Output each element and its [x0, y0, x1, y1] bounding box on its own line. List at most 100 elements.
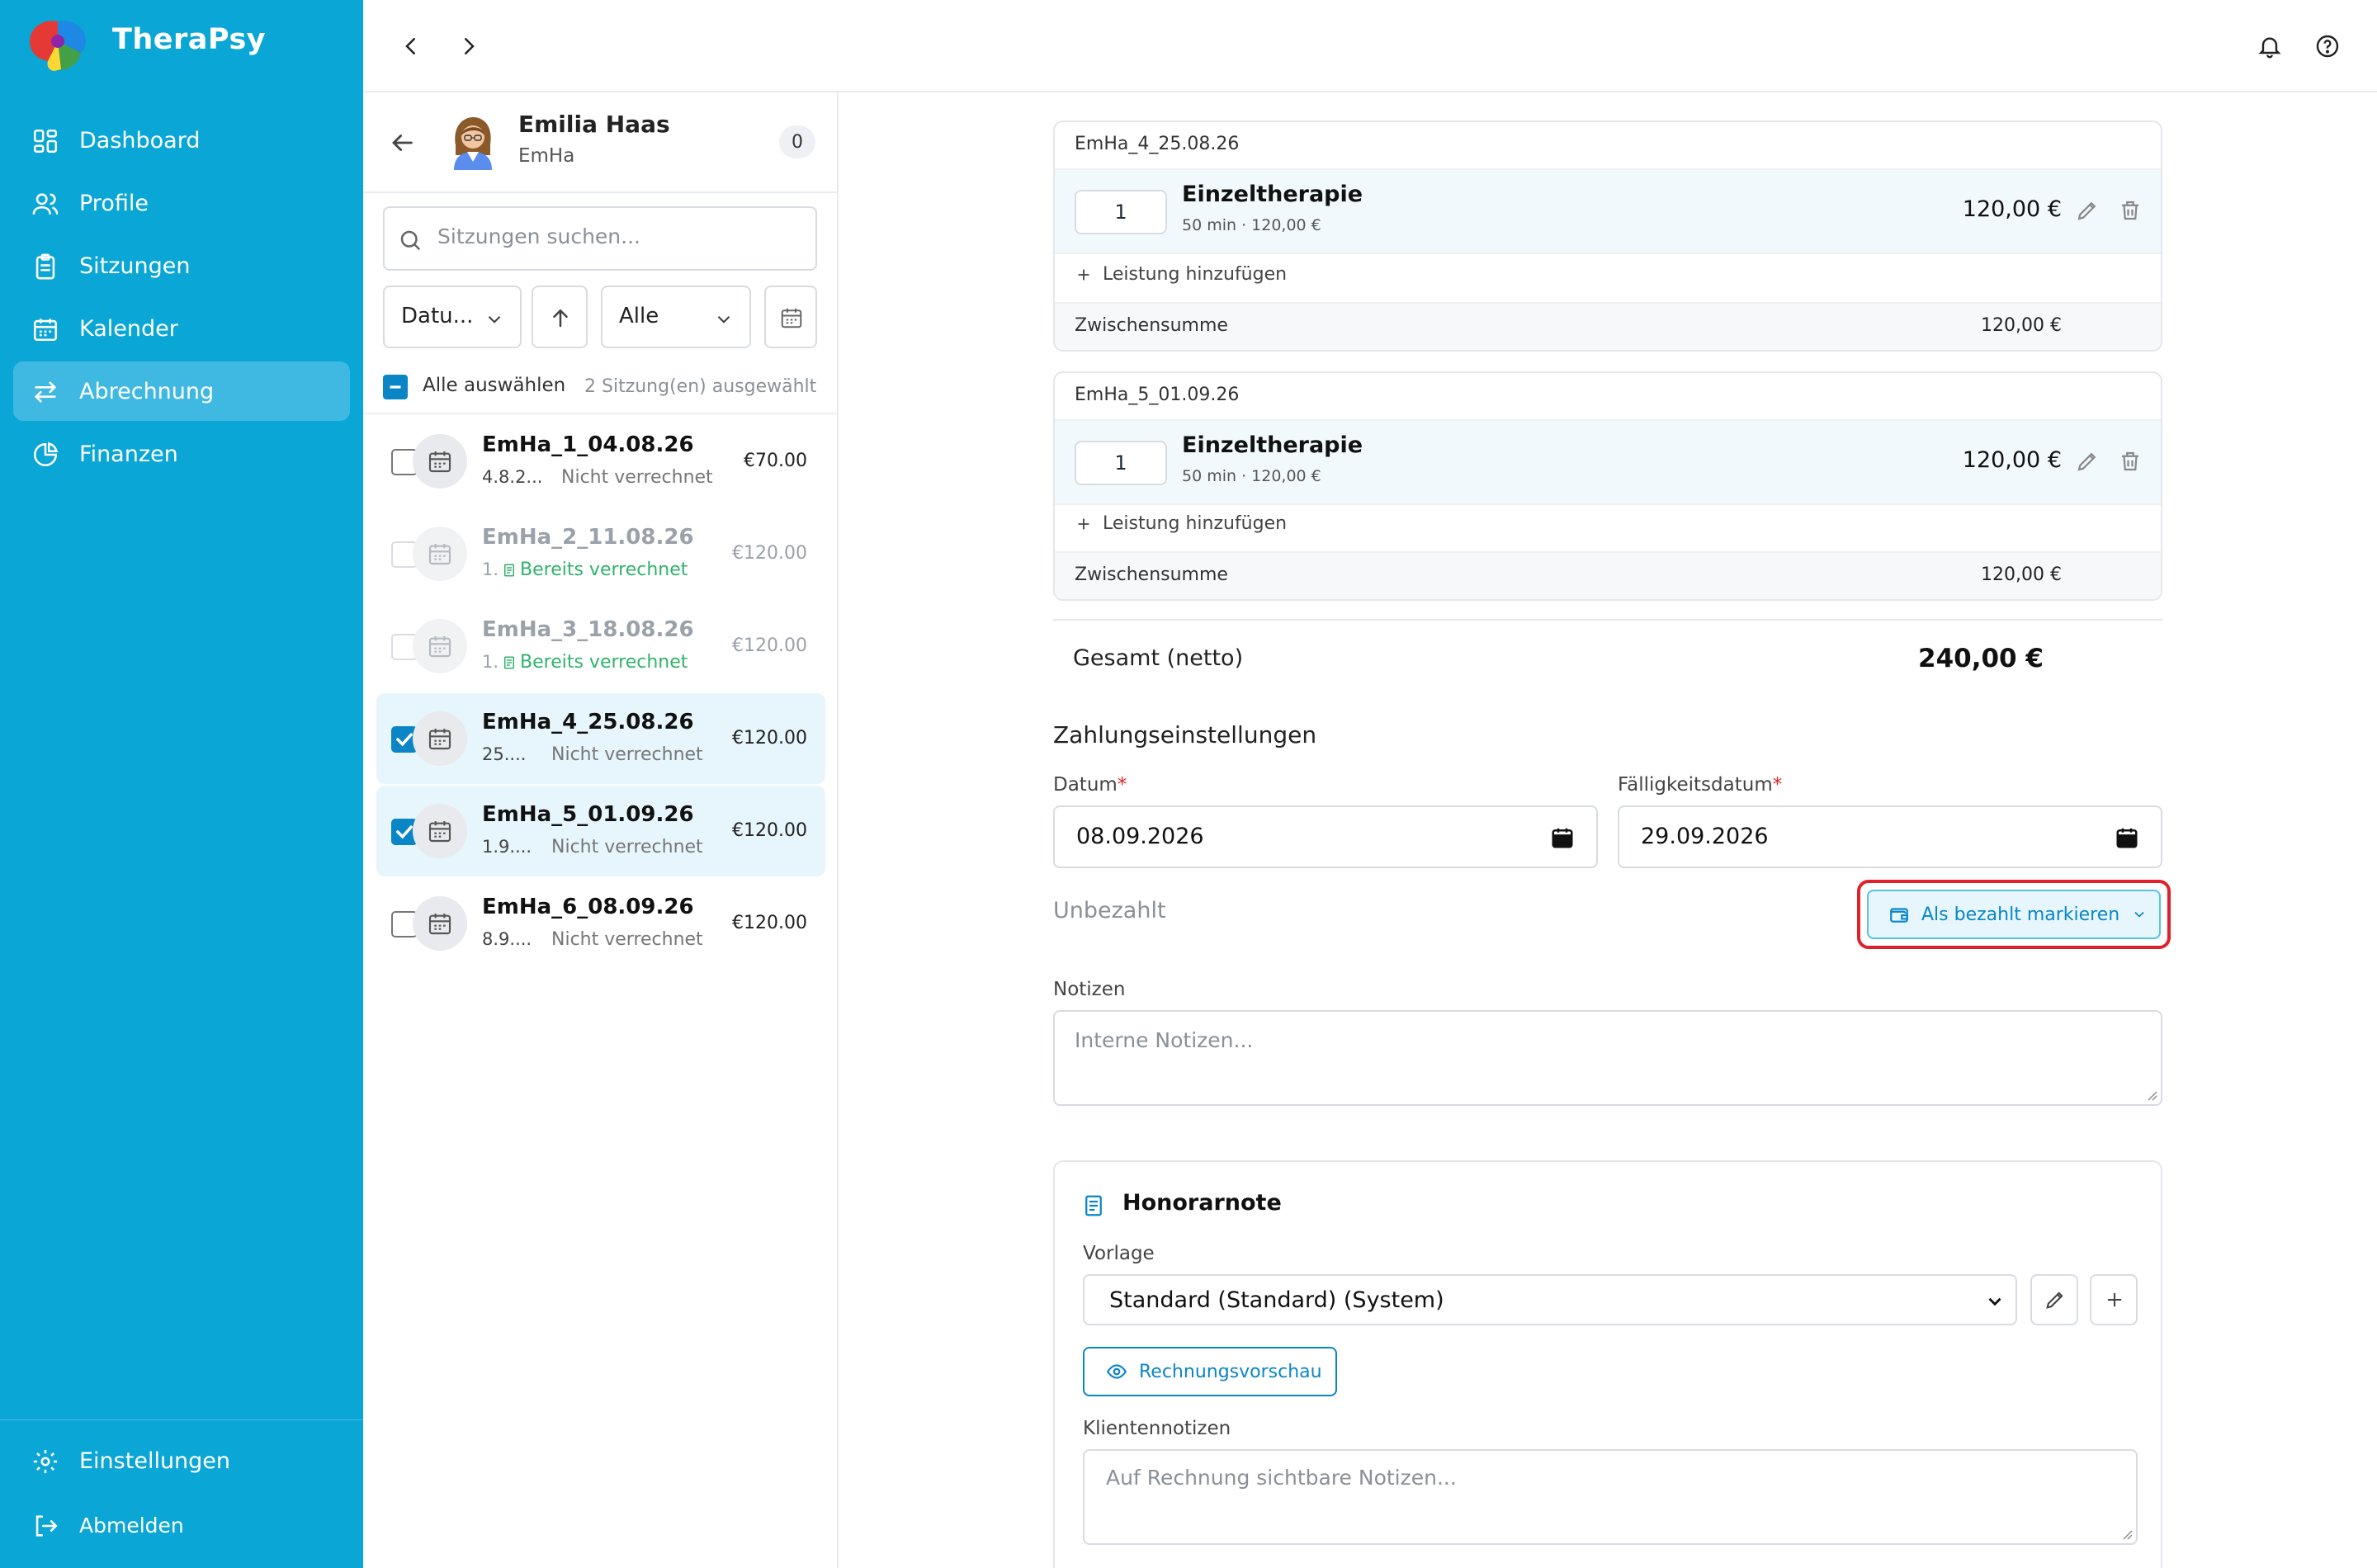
- logout-button[interactable]: Abmelden: [13, 1495, 350, 1555]
- due-date-label: Fälligkeitsdatum*: [1618, 774, 1783, 796]
- date-filter-button[interactable]: [764, 286, 817, 348]
- total-label: Gesamt (netto): [1073, 645, 1244, 671]
- client-count-badge: 0: [779, 125, 815, 158]
- session-row[interactable]: EmHa_5_01.09.26 1.9.... Nicht verrechnet…: [376, 786, 825, 876]
- sidebar-divider: [0, 1419, 363, 1420]
- edit-template-button[interactable]: [2030, 1274, 2078, 1325]
- search-placeholder: Sitzungen suchen...: [437, 224, 640, 248]
- invoice-preview-button[interactable]: Rechnungsvorschau: [1083, 1347, 1337, 1396]
- pencil-icon: [2075, 198, 2100, 223]
- sidebar-item-dashboard[interactable]: Dashboard: [13, 111, 350, 170]
- invoice-date-label: Datum*: [1053, 774, 1127, 796]
- sidebar-item-label: Einstellungen: [79, 1448, 231, 1474]
- invoice-date-value: 08.09.2026: [1076, 824, 1204, 849]
- edit-service-button[interactable]: [2075, 198, 2100, 223]
- session-name: EmHa_6_08.09.26: [482, 895, 694, 919]
- users-icon: [31, 190, 59, 218]
- subtotal-value: 120,00 €: [1981, 315, 2062, 336]
- receipt-icon: [502, 655, 517, 670]
- sort-select-value: Datu...: [401, 304, 474, 328]
- service-name: Einzeltherapie: [1182, 432, 1363, 458]
- due-date-value: 29.09.2026: [1641, 824, 1769, 849]
- forward-nav-button[interactable]: [451, 28, 487, 64]
- dashboard-icon: [31, 127, 59, 155]
- due-date-input[interactable]: 29.09.2026: [1618, 805, 2162, 868]
- chevron-down-icon: [1984, 1291, 2006, 1312]
- resize-handle-icon[interactable]: [2146, 1089, 2157, 1101]
- quantity-input[interactable]: 1: [1075, 441, 1167, 485]
- session-status: Nicht verrechnet: [551, 929, 703, 950]
- mark-paid-button[interactable]: Als bezahlt markieren: [1867, 890, 2161, 939]
- session-date: 1.9....: [482, 837, 532, 857]
- chevron-right-icon: [456, 34, 481, 59]
- session-date: 25....: [482, 744, 527, 764]
- total-divider: [1053, 619, 2162, 621]
- add-template-button[interactable]: [2090, 1274, 2138, 1325]
- sidebar-item-einstellungen[interactable]: Einstellungen: [13, 1431, 350, 1490]
- session-status: Nicht verrechnet: [551, 744, 703, 765]
- edit-service-button[interactable]: [2075, 449, 2100, 474]
- sidebar-item-profile[interactable]: Profile: [13, 173, 350, 233]
- session-name: EmHa_4_25.08.26: [482, 710, 694, 734]
- plus-icon: [2103, 1288, 2126, 1311]
- chevron-left-icon: [399, 34, 423, 59]
- invoice-preview-label: Rechnungsvorschau: [1139, 1361, 1322, 1382]
- eye-icon: [1106, 1361, 1127, 1382]
- trash-icon: [2118, 198, 2143, 223]
- search-input[interactable]: Sitzungen suchen...: [383, 206, 817, 271]
- mark-paid-label: Als bezahlt markieren: [1921, 904, 2120, 925]
- sidebar-item-abrechnung[interactable]: Abrechnung: [13, 361, 350, 421]
- session-row[interactable]: EmHa_4_25.08.26 25.... Nicht verrechnet …: [376, 693, 825, 784]
- session-amount: €120.00: [732, 728, 807, 749]
- status-filter-select[interactable]: Alle: [601, 286, 751, 348]
- payment-heading: Zahlungseinstellungen: [1053, 721, 1317, 749]
- honorarnote-title: Honorarnote: [1122, 1190, 1282, 1216]
- session-date: 1.: [482, 652, 499, 672]
- receipt-icon: [502, 563, 517, 578]
- session-amount: €120.00: [732, 635, 807, 656]
- session-name: EmHa_1_04.08.26: [482, 432, 694, 457]
- calendar-icon: [31, 315, 59, 343]
- sort-select[interactable]: Datu...: [383, 286, 522, 348]
- quantity-input[interactable]: 1: [1075, 190, 1167, 234]
- add-service-button[interactable]: Leistung hinzufügen: [1075, 264, 1287, 285]
- calendar-icon: [1550, 825, 1575, 850]
- template-select[interactable]: Standard (Standard) (System): [1083, 1274, 2017, 1325]
- service-price: 120,00 €: [1962, 196, 2062, 222]
- add-service-label: Leistung hinzufügen: [1103, 513, 1288, 534]
- notes-textarea[interactable]: Interne Notizen...: [1053, 1010, 2162, 1106]
- delete-service-button[interactable]: [2118, 198, 2143, 223]
- session-row[interactable]: EmHa_1_04.08.26 4.8.2... Nicht verrechne…: [376, 416, 825, 507]
- calendar-icon: [413, 896, 467, 951]
- notes-placeholder: Interne Notizen...: [1075, 1028, 1254, 1052]
- search-icon: [398, 228, 423, 253]
- avatar: [444, 112, 502, 170]
- total-value: 240,00 €: [1918, 644, 2044, 673]
- add-service-button[interactable]: Leistung hinzufügen: [1075, 513, 1287, 534]
- delete-service-button[interactable]: [2118, 449, 2143, 474]
- select-all-checkbox[interactable]: [383, 375, 408, 399]
- back-nav-button[interactable]: [393, 28, 429, 64]
- status-filter-value: Alle: [619, 304, 659, 328]
- sort-direction-button[interactable]: [532, 286, 588, 348]
- calendar-icon: [779, 305, 804, 330]
- invoice-date-input[interactable]: 08.09.2026: [1053, 805, 1598, 868]
- help-button[interactable]: [2309, 28, 2346, 64]
- back-to-clients-button[interactable]: [388, 129, 416, 157]
- arrow-left-icon: [388, 129, 416, 157]
- top-bar: [363, 0, 2377, 92]
- clipboard-icon: [31, 253, 59, 281]
- sidebar-item-finanzen[interactable]: Finanzen: [13, 424, 350, 484]
- resize-handle-icon[interactable]: [2121, 1528, 2133, 1540]
- notifications-button[interactable]: [2252, 28, 2288, 64]
- pie-chart-icon: [31, 441, 59, 469]
- client-notes-placeholder: Auf Rechnung sichtbare Notizen...: [1106, 1466, 1457, 1490]
- client-notes-textarea[interactable]: Auf Rechnung sichtbare Notizen...: [1083, 1449, 2138, 1545]
- plus-icon: [1075, 266, 1093, 284]
- calendar-icon: [413, 804, 467, 858]
- sidebar-item-kalender[interactable]: Kalender: [13, 299, 350, 358]
- sidebar-item-label: Finanzen: [79, 441, 178, 467]
- session-row[interactable]: EmHa_6_08.09.26 8.9.... Nicht verrechnet…: [376, 878, 825, 969]
- sidebar-item-sitzungen[interactable]: Sitzungen: [13, 236, 350, 295]
- session-date: 8.9....: [482, 929, 532, 949]
